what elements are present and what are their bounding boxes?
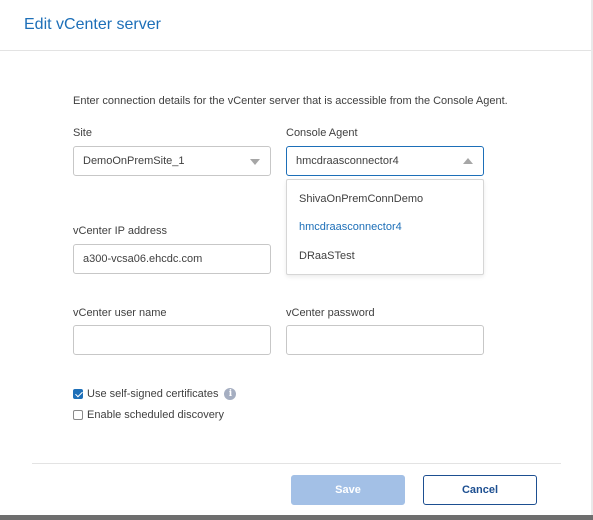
dialog-title: Edit vCenter server [24, 16, 161, 33]
site-label: Site [73, 127, 92, 139]
scheduled-discovery-option[interactable]: Enable scheduled discovery [73, 408, 224, 422]
chevron-down-icon [250, 159, 260, 165]
console-agent-select[interactable]: hmcdraasconnector4 [286, 146, 484, 176]
console-agent-select-value: hmcdraasconnector4 [296, 155, 399, 167]
dropdown-option[interactable]: DRaaSTest [299, 250, 355, 262]
self-signed-option[interactable]: Use self-signed certificates i [73, 387, 237, 401]
vcenter-ip-input[interactable] [73, 244, 271, 274]
info-icon[interactable]: i [224, 388, 237, 400]
vcenter-user-input[interactable] [73, 325, 271, 355]
bottom-bar [0, 515, 593, 520]
footer-divider [32, 463, 561, 464]
save-button[interactable]: Save [291, 475, 405, 505]
dialog-header: Edit vCenter server [0, 0, 593, 51]
self-signed-checkbox[interactable] [73, 389, 83, 399]
vcenter-password-label: vCenter password [286, 307, 375, 319]
console-agent-label: Console Agent [286, 127, 358, 139]
scheduled-discovery-label: Enable scheduled discovery [87, 409, 224, 421]
vcenter-ip-label: vCenter IP address [73, 225, 167, 237]
vcenter-password-input[interactable] [286, 325, 484, 355]
cancel-button[interactable]: Cancel [423, 475, 537, 505]
site-select[interactable]: DemoOnPremSite_1 [73, 146, 271, 176]
console-agent-dropdown-menu: ShivaOnPremConnDemo hmcdraasconnector4 D… [286, 179, 484, 275]
site-select-value: DemoOnPremSite_1 [83, 155, 185, 167]
vcenter-user-label: vCenter user name [73, 307, 167, 319]
chevron-up-icon [463, 158, 473, 164]
intro-text: Enter connection details for the vCenter… [73, 95, 508, 107]
dropdown-option-selected[interactable]: hmcdraasconnector4 [299, 221, 402, 233]
scheduled-discovery-checkbox[interactable] [73, 410, 83, 420]
edit-vcenter-dialog: Edit vCenter server Enter connection det… [0, 0, 593, 520]
self-signed-label: Use self-signed certificates [87, 388, 219, 400]
dropdown-option[interactable]: ShivaOnPremConnDemo [299, 193, 423, 205]
